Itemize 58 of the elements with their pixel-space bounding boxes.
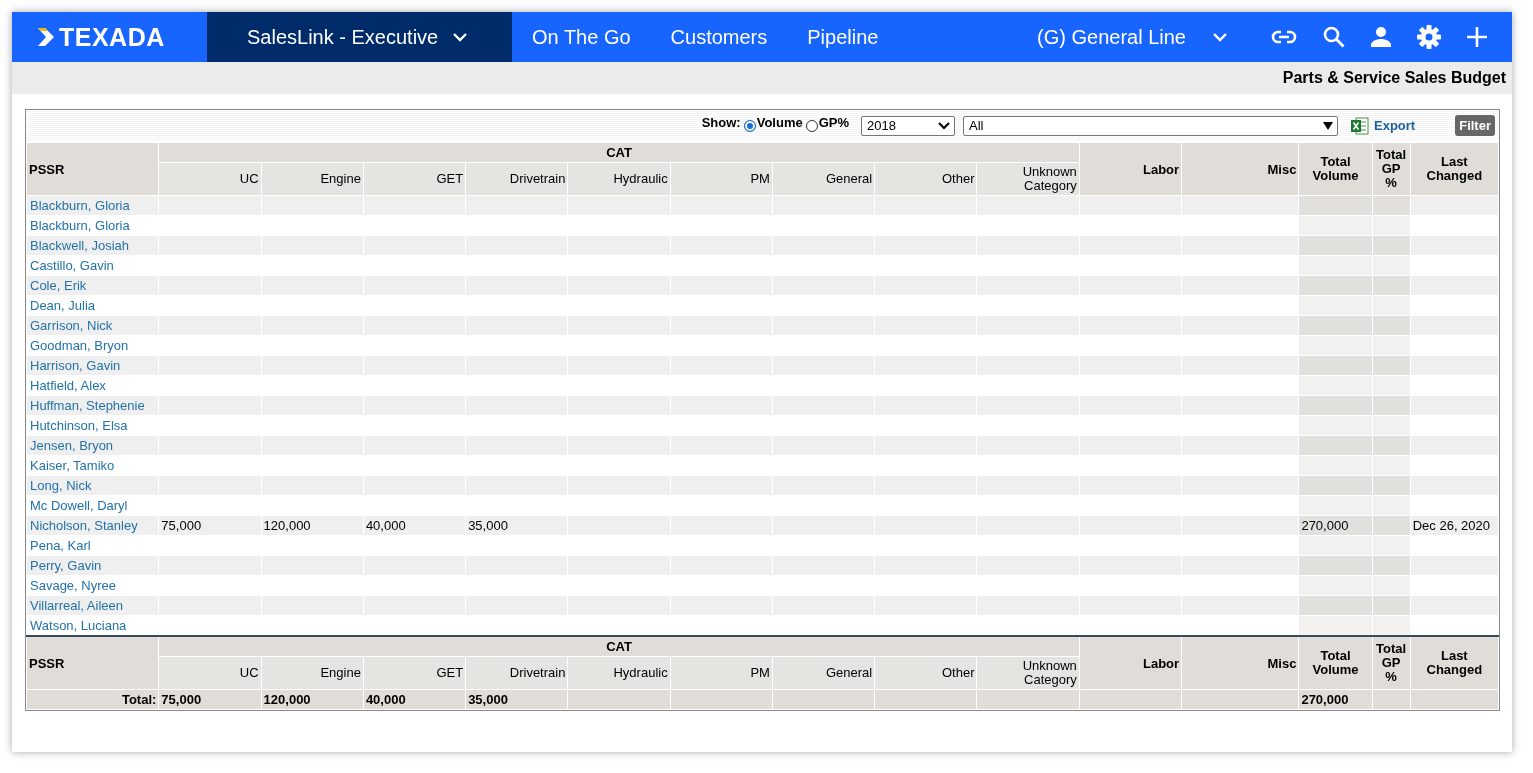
spreadsheet-icon — [1351, 116, 1370, 135]
column-header: Engine — [261, 162, 364, 196]
column-header: Unknown Category — [976, 656, 1080, 690]
column-header: UC — [158, 656, 262, 690]
column-header: Unknown Category — [976, 162, 1080, 196]
column-header: UC — [158, 162, 262, 196]
column-header: PSSR — [26, 142, 159, 196]
group-header: CAT — [158, 636, 1080, 657]
category-select[interactable]: All — [963, 115, 1339, 136]
group-header: CAT — [158, 142, 1080, 163]
chevron-down-icon — [1212, 32, 1228, 42]
logo-text: TEXADA — [59, 22, 165, 52]
link-icon[interactable] — [1271, 30, 1297, 44]
column-header: Total GP % — [1372, 142, 1411, 196]
column-header: Hydraulic — [567, 656, 671, 690]
filter-button[interactable]: Filter — [1455, 115, 1495, 136]
total-label: Total: — [26, 689, 159, 710]
column-header: PSSR — [26, 636, 159, 690]
radio-option[interactable]: Volume — [740, 113, 803, 132]
column-header: Misc — [1181, 142, 1299, 196]
column-header: Labor — [1079, 142, 1182, 196]
chevron-down-icon — [938, 121, 951, 130]
column-header: Drivetrain — [465, 656, 568, 690]
column-header: Last Changed — [1410, 142, 1499, 196]
column-header: Total Volume — [1298, 142, 1373, 196]
radio-option[interactable]: GP% — [802, 113, 850, 132]
column-header: Misc — [1181, 636, 1299, 690]
column-header: Total GP % — [1372, 636, 1411, 690]
add-icon[interactable] — [1467, 27, 1487, 47]
export-link[interactable]: Export — [1374, 118, 1416, 133]
year-select[interactable]: 2018 — [861, 115, 956, 136]
column-header: General — [772, 656, 875, 690]
column-header: PM — [670, 656, 773, 690]
column-header: PM — [670, 162, 773, 196]
column-header: Total Volume — [1298, 636, 1373, 690]
settings-icon[interactable] — [1417, 25, 1441, 49]
column-header: GET — [363, 656, 466, 690]
column-header: Last Changed — [1410, 636, 1499, 690]
column-header: Other — [874, 656, 977, 690]
app-selector[interactable]: SalesLink - Executive — [207, 12, 512, 62]
nav-link[interactable]: Pipeline — [807, 25, 879, 49]
chevron-logo-icon — [36, 28, 56, 46]
nav-link[interactable]: Customers — [670, 25, 768, 49]
dropdown-triangle-icon — [1323, 121, 1334, 130]
column-header: General — [772, 162, 875, 196]
column-header: GET — [363, 162, 466, 196]
nav-link[interactable]: On The Go — [532, 25, 631, 49]
page-title: Parts & Service Sales Budget — [1282, 69, 1506, 87]
column-header: Drivetrain — [465, 162, 568, 196]
line-selector[interactable]: (G) General Line — [1037, 25, 1228, 49]
search-icon[interactable] — [1323, 26, 1345, 48]
column-header: Labor — [1079, 636, 1182, 690]
show-label: Show: — [701, 115, 741, 130]
column-header: Hydraulic — [567, 162, 671, 196]
column-header: Other — [874, 162, 977, 196]
user-icon[interactable] — [1371, 27, 1391, 47]
chevron-down-icon — [452, 32, 469, 42]
column-header: Engine — [261, 656, 364, 690]
